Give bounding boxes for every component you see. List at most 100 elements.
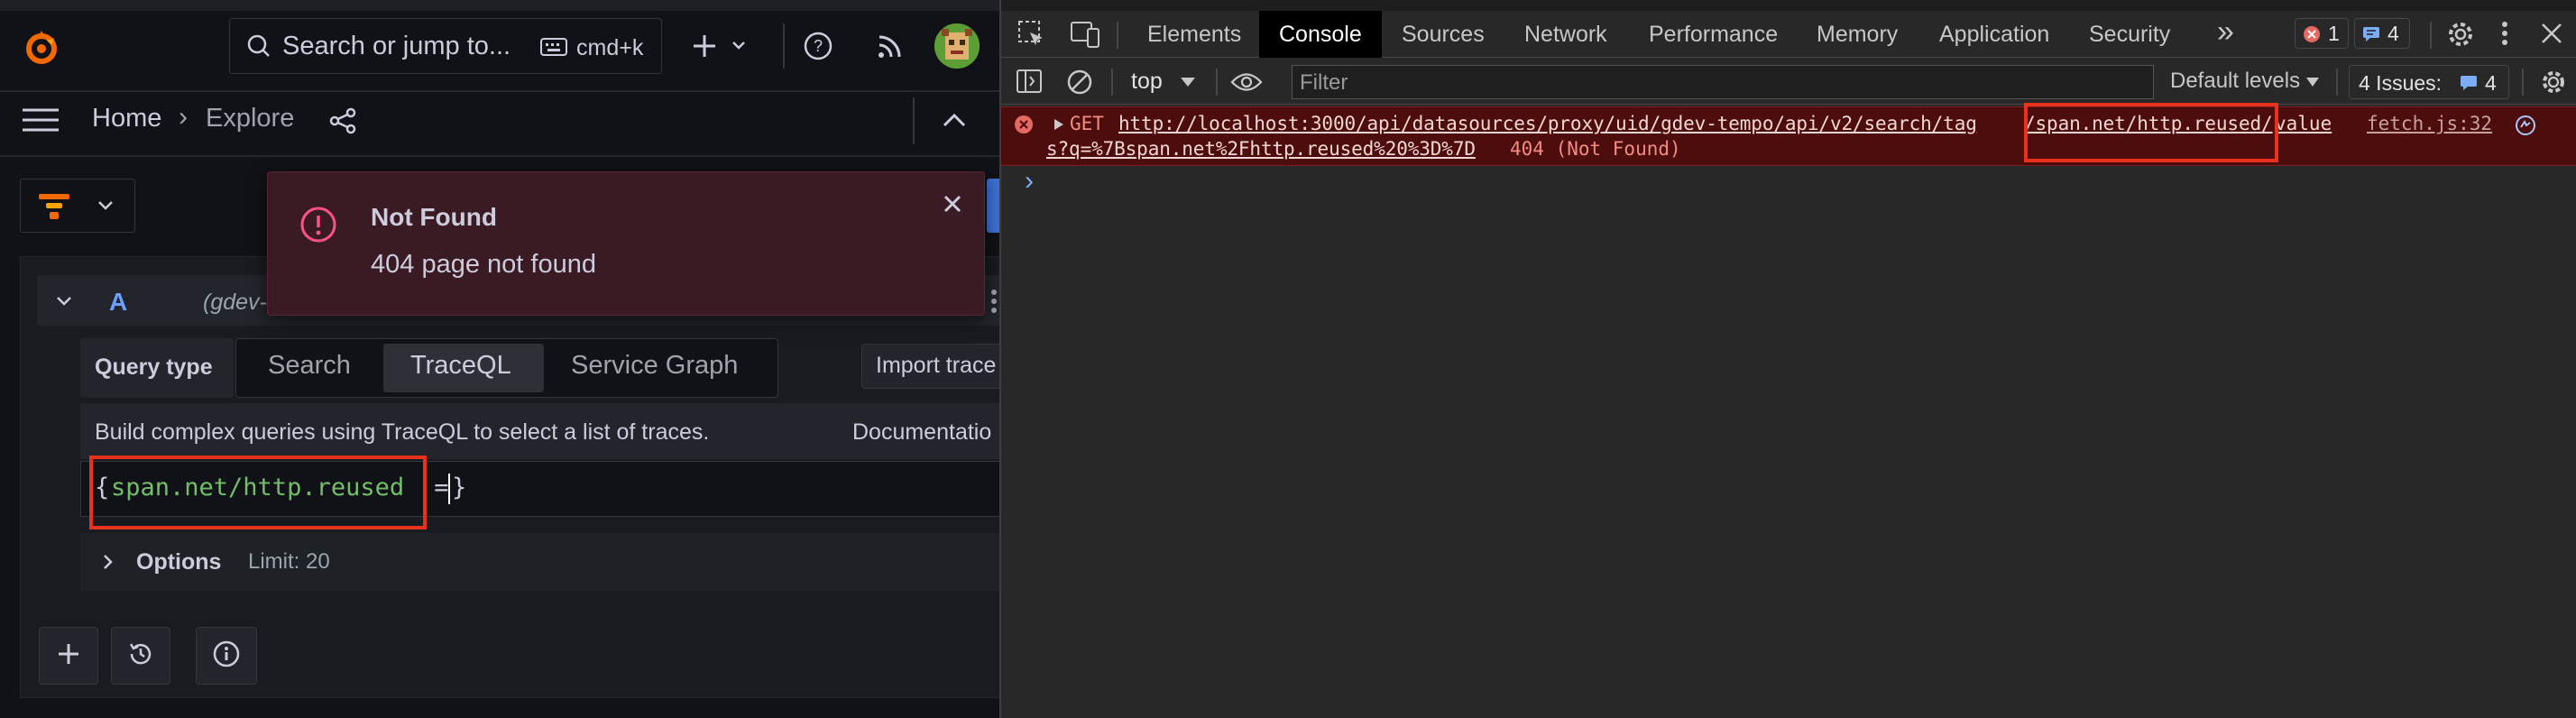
- query-history-button[interactable]: [111, 627, 170, 685]
- message-icon: [2362, 26, 2380, 47]
- error-count: 1: [2328, 22, 2340, 45]
- console-error-entry[interactable]: GET http://localhost:3000/api/datasource…: [1001, 106, 2576, 166]
- close-devtools-icon[interactable]: [2540, 22, 2563, 50]
- text-cursor: [448, 474, 450, 504]
- traceql-help-text: Build complex queries using TraceQL to s…: [95, 419, 710, 445]
- issues-count: 4: [2485, 71, 2497, 95]
- avatar[interactable]: [934, 23, 980, 69]
- datasource-picker[interactable]: [20, 179, 135, 233]
- toast-message: 404 page not found: [371, 250, 596, 279]
- breadcrumb-current: Explore: [206, 104, 295, 133]
- share-icon[interactable]: [325, 103, 361, 139]
- more-tabs-button[interactable]: »: [2217, 14, 2234, 50]
- divider: [783, 23, 785, 69]
- documentation-link[interactable]: Documentatio: [852, 419, 991, 446]
- error-counter[interactable]: 1: [2295, 18, 2349, 49]
- grafana-app: Search or jump to... cmd+k ? Home › Expl…: [0, 0, 999, 718]
- shortcut-hint: cmd+k: [576, 35, 644, 60]
- tab-network[interactable]: Network: [1524, 22, 1607, 48]
- message-counter[interactable]: 4: [2354, 18, 2410, 49]
- tab-service-graph[interactable]: Service Graph: [571, 351, 738, 381]
- close-icon[interactable]: [943, 194, 962, 218]
- divider: [2430, 22, 2432, 49]
- query-label[interactable]: A: [109, 288, 127, 317]
- divider: [913, 97, 915, 144]
- query-inspector-button[interactable]: [196, 627, 257, 685]
- browser-strip: [1001, 0, 2576, 11]
- tab-elements[interactable]: Elements: [1147, 22, 1241, 48]
- divider: [0, 90, 999, 92]
- issues-message-icon: [2460, 75, 2478, 96]
- search-bar[interactable]: Search or jump to... cmd+k: [229, 18, 662, 74]
- divider: [2336, 69, 2338, 96]
- ai-assist-icon[interactable]: [2515, 115, 2536, 141]
- datasource-hint: (gdev-: [203, 290, 267, 315]
- divider: [2522, 69, 2524, 96]
- request-url-line2[interactable]: s?q=%7Bspan.net%2Fhttp.reused%20%3D%7D: [1046, 138, 1476, 160]
- source-link[interactable]: fetch.js:32: [2367, 113, 2492, 134]
- divider: [1216, 69, 1218, 96]
- tab-memory[interactable]: Memory: [1817, 22, 1898, 48]
- search-icon: [246, 33, 271, 63]
- tab-security[interactable]: Security: [2089, 22, 2170, 48]
- svg-text:?: ?: [814, 37, 823, 55]
- browser-strip: [0, 0, 999, 11]
- tab-traceql-label: TraceQL: [410, 351, 511, 380]
- request-url-part1[interactable]: http://localhost:3000/api/datasources/pr…: [1118, 113, 1977, 134]
- drag-handle-icon[interactable]: [989, 288, 998, 315]
- plus-icon[interactable]: [689, 25, 761, 67]
- chevron-down-icon: [97, 199, 115, 216]
- options-limit: Limit: 20: [248, 549, 330, 574]
- eye-icon[interactable]: [1230, 70, 1263, 98]
- device-toolbar-icon[interactable]: [1070, 20, 1100, 53]
- clear-console-icon[interactable]: [1066, 69, 1093, 100]
- gear-icon[interactable]: [2446, 20, 2475, 53]
- history-icon: [126, 640, 155, 673]
- help-icon[interactable]: ?: [799, 27, 837, 65]
- caret-down-icon: [1180, 76, 1196, 92]
- plus-icon: [57, 642, 80, 670]
- error-icon: [1014, 115, 1034, 139]
- devtools-panel: Elements Console Sources Network Perform…: [999, 0, 2576, 718]
- message-count: 4: [2387, 22, 2399, 45]
- breadcrumb-separator: ›: [179, 102, 188, 132]
- expand-triangle-icon[interactable]: [1053, 118, 1064, 135]
- info-icon: [212, 640, 241, 673]
- caret-down-icon: [2305, 76, 2320, 92]
- tab-application[interactable]: Application: [1939, 22, 2049, 48]
- toast-title: Not Found: [371, 203, 497, 231]
- request-url-part3[interactable]: value: [2275, 113, 2332, 134]
- options-label: Options: [136, 549, 222, 575]
- tab-sources[interactable]: Sources: [1402, 22, 1485, 48]
- tempo-logo-icon: [37, 190, 73, 227]
- kebab-menu-icon[interactable]: [2500, 20, 2509, 51]
- levels-dropdown[interactable]: Default levels: [2170, 69, 2300, 94]
- collapse-chevron-icon[interactable]: [55, 295, 73, 312]
- chevron-right-icon: [102, 553, 113, 575]
- breadcrumb-home[interactable]: Home: [92, 104, 161, 133]
- tab-performance[interactable]: Performance: [1649, 22, 1778, 48]
- tab-console-label: Console: [1279, 22, 1362, 47]
- import-trace-label: Import trace: [876, 353, 997, 378]
- menu-icon[interactable]: [20, 101, 61, 139]
- rss-icon[interactable]: [871, 27, 909, 65]
- query-type-label: Query type: [95, 354, 213, 380]
- run-button-edge[interactable]: [987, 179, 999, 233]
- issues-button[interactable]: 4 Issues: 4: [2349, 65, 2509, 99]
- tab-search[interactable]: Search: [268, 351, 351, 381]
- console-prompt[interactable]: ›: [1025, 166, 1034, 197]
- chevron-up-icon[interactable]: [938, 103, 971, 137]
- add-query-button[interactable]: [39, 627, 98, 685]
- console-settings-gear-icon[interactable]: [2540, 69, 2567, 100]
- context-selector[interactable]: top: [1131, 69, 1163, 95]
- inspect-element-icon[interactable]: [1017, 20, 1046, 53]
- highlight-box-editor: [89, 456, 427, 529]
- divider: [1117, 22, 1118, 49]
- grafana-logo-icon[interactable]: [16, 23, 67, 70]
- query-editor-panel: A (gdev- Query type Search TraceQL Servi…: [20, 256, 999, 698]
- filter-placeholder: Filter: [1300, 70, 1348, 95]
- sidebar-toggle-icon[interactable]: [1016, 69, 1043, 98]
- filter-input[interactable]: Filter: [1292, 65, 2154, 99]
- search-input[interactable]: Search or jump to...: [282, 32, 511, 61]
- highlight-box-url: [2024, 103, 2278, 162]
